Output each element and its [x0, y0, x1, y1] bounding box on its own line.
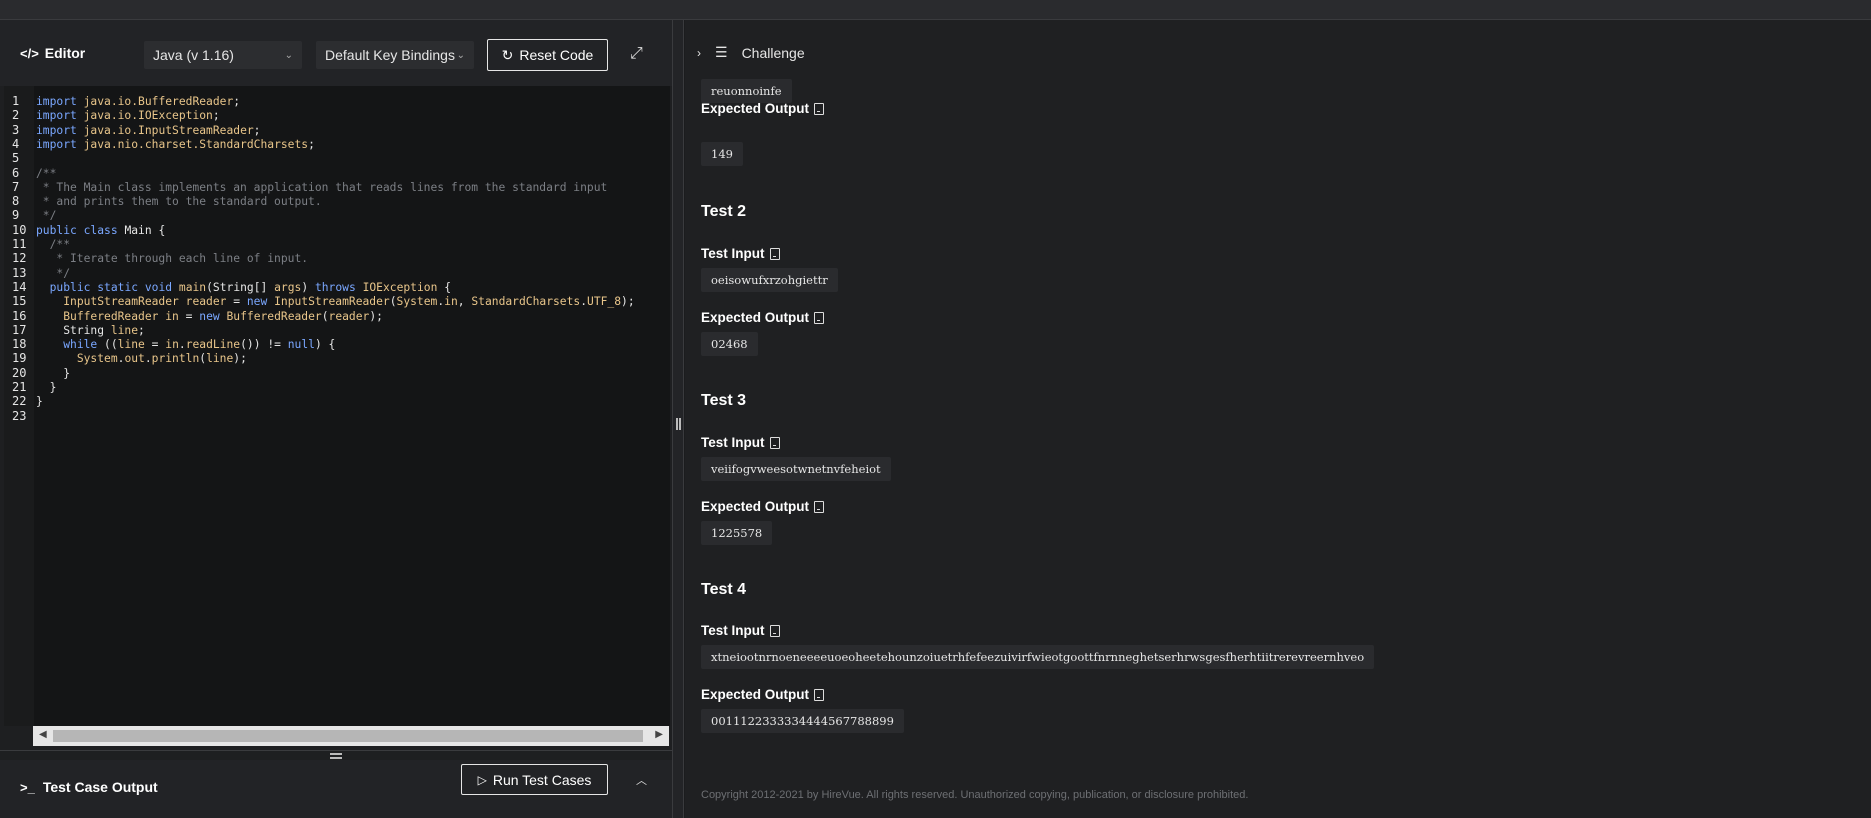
expected-output-label-text: Expected Output — [701, 687, 810, 702]
expected-output-value: 149 — [701, 142, 743, 166]
test-input-label: Test Input — [701, 246, 780, 261]
chevron-down-icon: ⌄ — [284, 49, 293, 61]
test-output-label: Test Case Output — [42, 779, 158, 795]
test-heading: Test 4 — [701, 581, 747, 598]
expected-output-label-text: Expected Output — [701, 499, 810, 514]
test-output-title: >_ Test Case Output — [20, 779, 158, 795]
scrollbar-thumb[interactable] — [53, 730, 643, 742]
copyright-text: Copyright 2012-2021 by HireVue. All righ… — [701, 789, 1249, 801]
test-input-label: Test Input — [701, 435, 780, 450]
run-test-cases-label: Run Test Cases — [492, 771, 592, 788]
expected-output-value: 0011122333334444567788899 — [701, 709, 904, 733]
file-icon — [814, 311, 825, 324]
vertical-resize-handle[interactable] — [672, 20, 684, 818]
expected-output-label: Expected Output — [701, 499, 825, 514]
expand-icon[interactable]: ⤢ — [630, 45, 643, 63]
expected-output-label-text: Expected Output — [701, 101, 810, 116]
editor-title-label: Editor — [44, 45, 86, 61]
expected-output-label: Expected Output — [701, 101, 825, 116]
chevron-up-icon[interactable]: ︿ — [636, 772, 647, 788]
play-icon: ▷ — [477, 772, 487, 787]
file-icon — [814, 688, 825, 701]
language-select-value: Java (v 1.16) — [153, 47, 234, 63]
expected-output-value: 1225578 — [701, 521, 773, 545]
test-input-value: xtneiootnrnoeneeeeuoeoheetehounzoiuetrhf… — [701, 645, 1375, 669]
test-input-value: oeisowufxrzohgiettr — [701, 268, 838, 292]
file-icon — [814, 102, 825, 115]
challenge-title-label: Challenge — [741, 44, 805, 61]
challenge-title[interactable]: › ☰ Challenge — [697, 44, 805, 61]
expected-output-label: Expected Output — [701, 310, 825, 325]
refresh-icon: ↻ — [501, 46, 514, 63]
terminal-icon: >_ — [20, 779, 35, 795]
keybindings-select[interactable]: Default Key Bindings ⌄ — [316, 41, 474, 69]
horizontal-scrollbar[interactable]: ◀ ▶ — [33, 726, 669, 746]
test-input-value: veiifogvweesotwnetnvfeheiot — [701, 457, 891, 481]
scroll-right-icon[interactable]: ▶ — [655, 729, 663, 740]
test-input-label-text: Test Input — [701, 623, 765, 638]
reset-code-label: Reset Code — [519, 47, 594, 63]
test-output-bar: >_ Test Case Output ▷ Run Test Cases ︿ — [0, 760, 672, 818]
code-text: * Iterate through each line of input. — [36, 252, 309, 266]
expected-output-label: Expected Output — [701, 687, 825, 702]
file-icon — [769, 247, 780, 260]
grip-icon — [676, 418, 681, 430]
run-test-cases-button[interactable]: ▷ Run Test Cases — [461, 764, 608, 795]
code-text: * and prints them to the standard output… — [36, 195, 322, 209]
code-editor[interactable]: 1 import java.io.BufferedReader; 2 import j… — [4, 86, 670, 726]
line-number: 23 — [12, 408, 27, 423]
list-icon: ☰ — [715, 44, 728, 60]
test-heading: Test 3 — [701, 392, 747, 409]
test-input-value: reuonnoinfe — [701, 79, 792, 103]
challenge-header: › ☰ Challenge — [685, 20, 1871, 84]
language-select[interactable]: Java (v 1.16) ⌄ — [144, 41, 302, 69]
chevron-right-icon[interactable]: › — [697, 46, 701, 60]
test-input-label-text: Test Input — [701, 246, 765, 261]
code-text: } — [36, 395, 43, 409]
editor-panel: </> Editor Java (v 1.16) ⌄ Default Key B… — [0, 20, 672, 818]
expected-output-value: 02468 — [701, 332, 758, 356]
grip-icon — [330, 753, 342, 759]
test-heading: Test 2 — [701, 203, 747, 220]
file-icon — [769, 624, 780, 637]
scroll-left-icon[interactable]: ◀ — [39, 729, 47, 740]
test-input-label-text: Test Input — [701, 435, 765, 450]
code-icon: </> — [20, 45, 39, 61]
file-icon — [814, 500, 825, 513]
panel-resize-handle[interactable] — [0, 750, 672, 760]
chevron-down-icon: ⌄ — [456, 49, 465, 61]
editor-title: </> Editor — [20, 45, 85, 61]
top-bar — [0, 0, 1871, 20]
test-input-label: Test Input — [701, 623, 780, 638]
code-text: import java.nio.charset.StandardCharsets… — [36, 137, 315, 151]
challenge-panel: › ☰ Challenge reuonnoinfe Expected Outpu… — [685, 20, 1871, 818]
keybindings-select-value: Default Key Bindings — [325, 47, 455, 63]
file-icon — [769, 436, 780, 449]
expected-output-label-text: Expected Output — [701, 310, 810, 325]
editor-header: </> Editor Java (v 1.16) ⌄ Default Key B… — [0, 20, 672, 86]
reset-code-button[interactable]: ↻ Reset Code — [487, 39, 608, 71]
